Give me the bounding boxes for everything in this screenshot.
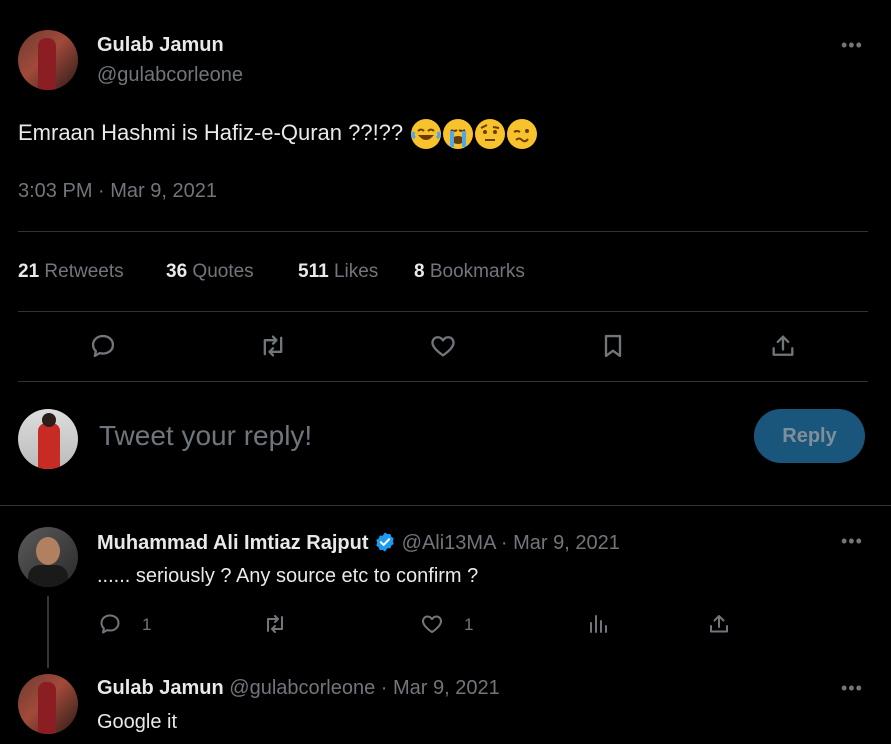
face-with-tears-of-joy-icon <box>411 119 442 149</box>
reply-author-handle[interactable]: @Ali13MA <box>402 532 496 554</box>
avatar-head <box>42 413 56 427</box>
share-button[interactable] <box>766 329 800 363</box>
retweets-stat[interactable]: 21 Retweets <box>18 261 124 283</box>
face-with-raised-eyebrow-icon <box>475 119 506 149</box>
reply-submit-button[interactable]: Reply <box>754 409 865 463</box>
loudly-crying-face-icon <box>443 119 474 149</box>
retweets-label: Retweets <box>44 261 124 282</box>
likes-count: 511 <box>298 261 329 282</box>
reply-author-name[interactable]: Muhammad Ali Imtiaz Rajput <box>97 532 369 554</box>
reply-icon <box>100 614 120 634</box>
bookmarks-count: 8 <box>414 261 425 282</box>
verified-badge-icon <box>376 532 394 552</box>
reply-header: Muhammad Ali Imtiaz Rajput @Ali13MA · Ma… <box>97 531 620 555</box>
avatar-body <box>28 565 68 587</box>
retweets-count: 21 <box>18 261 40 282</box>
avatar-figure <box>38 38 56 90</box>
views-button[interactable] <box>581 607 615 641</box>
reply-text: Google it <box>97 711 178 733</box>
quotes-count: 36 <box>166 261 188 282</box>
reply-author-avatar[interactable] <box>18 527 78 587</box>
like-button[interactable] <box>415 607 449 641</box>
heart-icon <box>422 615 442 633</box>
author-name[interactable]: Gulab Jamun <box>97 34 224 57</box>
analytics-icon <box>590 615 607 633</box>
like-button[interactable] <box>426 329 460 363</box>
divider <box>18 311 868 312</box>
quotes-stat[interactable]: 36 Quotes <box>166 261 254 283</box>
retweet-button[interactable] <box>256 329 290 363</box>
avatar-figure <box>38 682 56 734</box>
current-user-avatar[interactable] <box>18 409 78 469</box>
reply-date[interactable]: · Mar 9, 2021 <box>381 677 500 699</box>
divider <box>0 505 891 506</box>
reply-author-name[interactable]: Gulab Jamun <box>97 677 224 699</box>
share-button[interactable] <box>702 607 736 641</box>
quotes-label: Quotes <box>192 261 254 282</box>
divider <box>18 231 868 232</box>
woozy-face-icon <box>507 119 538 149</box>
more-options-icon[interactable]: ••• <box>841 532 863 550</box>
likes-label: Likes <box>333 261 379 282</box>
bookmarks-stat[interactable]: 8 Bookmarks <box>414 261 525 283</box>
author-handle[interactable]: @gulabcorleone <box>97 64 243 87</box>
tweet-timestamp[interactable]: 3:03 PM · Mar 9, 2021 <box>18 180 217 203</box>
reply-count: 1 <box>142 615 152 634</box>
reply-text: ...... seriously ? Any source etc to con… <box>97 565 479 587</box>
retweet-icon <box>267 615 283 633</box>
reply-input[interactable]: Tweet your reply! <box>99 420 312 452</box>
heart-icon <box>431 336 455 357</box>
share-icon <box>710 615 728 633</box>
reply-author-handle[interactable]: @gulabcorleone <box>229 677 375 699</box>
tweet-text: Emraan Hashmi is Hafiz-e-Quran ??!?? <box>18 119 404 145</box>
divider <box>18 381 868 382</box>
tweet-text-row: Emraan Hashmi is Hafiz-e-Quran ??!?? <box>18 119 538 149</box>
reply-date[interactable]: · Mar 9, 2021 <box>501 532 620 554</box>
avatar-figure <box>38 423 60 469</box>
likes-stat[interactable]: 511 Likes <box>298 261 378 283</box>
bookmark-icon <box>604 334 622 358</box>
bookmarks-label: Bookmarks <box>429 261 525 282</box>
reply-author-avatar[interactable] <box>18 674 78 734</box>
thread-line <box>47 596 49 668</box>
more-options-icon[interactable]: ••• <box>841 36 863 54</box>
more-options-icon[interactable]: ••• <box>841 679 863 697</box>
retweet-icon <box>263 335 283 357</box>
bookmark-button[interactable] <box>596 329 630 363</box>
like-count: 1 <box>464 615 474 634</box>
reply-header: Gulab Jamun @gulabcorleone · Mar 9, 2021 <box>97 677 500 700</box>
avatar-face <box>36 537 60 565</box>
author-avatar[interactable] <box>18 30 78 90</box>
reply-button[interactable] <box>93 607 127 641</box>
share-icon <box>772 335 794 356</box>
retweet-button[interactable] <box>258 607 292 641</box>
reply-icon <box>91 334 115 358</box>
reply-button[interactable] <box>86 329 120 363</box>
